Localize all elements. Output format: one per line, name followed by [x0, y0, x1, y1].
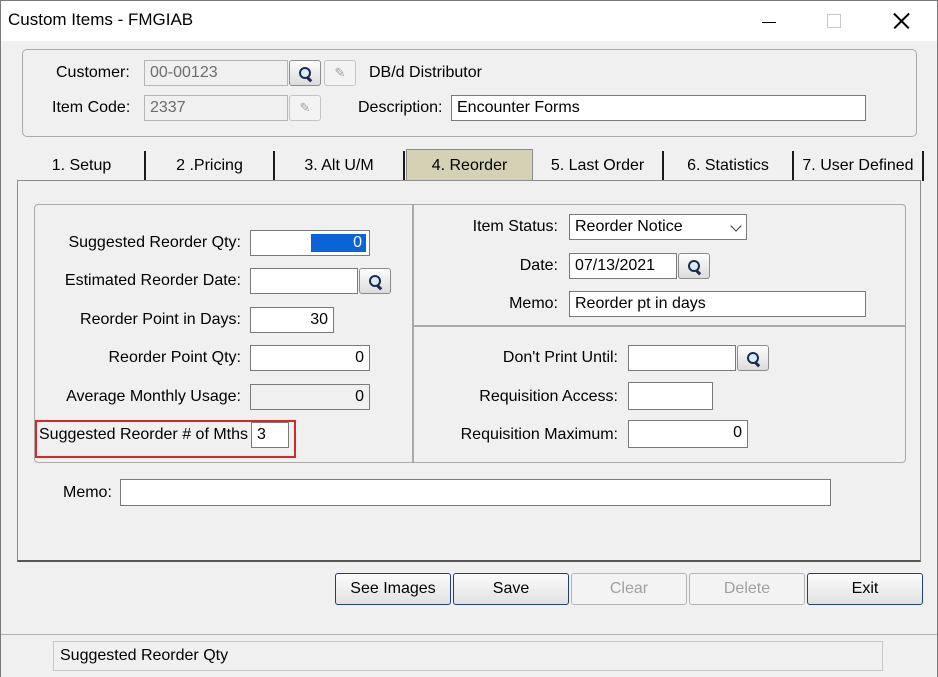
req-access-label: Requisition Access:: [479, 388, 618, 405]
maximize-button[interactable]: [811, 5, 857, 37]
memo-label-right: Memo:: [509, 295, 558, 312]
item-code-field[interactable]: 2337: [144, 95, 288, 121]
memo-field[interactable]: [120, 479, 831, 506]
see-images-button[interactable]: See Images: [335, 573, 451, 605]
date-lookup-button[interactable]: [678, 253, 710, 279]
tab-setup[interactable]: 1. Setup: [19, 151, 146, 181]
tab-alt-um[interactable]: 3. Alt U/M: [275, 151, 405, 181]
note-icon: ✎: [334, 65, 346, 80]
item-status-select[interactable]: Reorder Notice: [569, 214, 747, 240]
req-max-field[interactable]: 0: [628, 420, 748, 448]
customer-lookup-button[interactable]: [289, 60, 321, 86]
save-button[interactable]: Save: [453, 573, 569, 605]
avg-usage-field: 0: [250, 384, 370, 410]
point-qty-label: Reorder Point Qty:: [108, 349, 242, 366]
suggested-qty-label: Suggested Reorder Qty:: [68, 234, 241, 251]
item-status-value: Reorder Notice: [575, 218, 683, 235]
tab-statistics[interactable]: 6. Statistics: [664, 151, 794, 181]
point-days-label: Reorder Point in Days:: [80, 311, 241, 328]
memo-label: Memo:: [63, 484, 112, 501]
description-label: Description:: [358, 99, 443, 116]
magnifier-icon: [299, 67, 313, 83]
chevron-down-icon: [730, 220, 742, 232]
suggested-qty-field[interactable]: 0: [250, 230, 370, 256]
close-icon: [893, 13, 909, 29]
customer-field[interactable]: 00-00123: [144, 60, 288, 86]
tab-pricing[interactable]: 2 .Pricing: [146, 151, 275, 181]
est-date-field[interactable]: [250, 268, 358, 294]
point-days-field[interactable]: 30: [250, 307, 334, 333]
magnifier-icon: [688, 260, 702, 276]
customer-name: DB/d Distributor: [369, 64, 482, 81]
dont-print-lookup-button[interactable]: [737, 345, 769, 371]
close-button[interactable]: [878, 5, 924, 37]
magnifier-icon: [747, 352, 761, 368]
delete-button[interactable]: Delete: [689, 573, 805, 605]
dont-print-label: Don't Print Until:: [502, 349, 618, 366]
custom-items-window: Custom Items - FMGIAB Customer: 00-00123…: [0, 0, 938, 677]
date-label: Date:: [519, 257, 558, 274]
window-title: Custom Items - FMGIAB: [8, 10, 194, 29]
title-bar: Custom Items - FMGIAB: [1, 1, 937, 41]
maximize-icon: [827, 14, 841, 28]
highlight-box: [35, 420, 296, 458]
clear-button[interactable]: Clear: [571, 573, 687, 605]
reorder-memo-field[interactable]: Reorder pt in days: [569, 291, 866, 317]
customer-label: Customer:: [56, 64, 130, 81]
req-access-field[interactable]: [628, 382, 713, 410]
status-bar: Suggested Reorder Qty: [1, 634, 937, 677]
est-date-label: Estimated Reorder Date:: [64, 272, 241, 289]
tab-user-defined[interactable]: 7. User Defined: [794, 151, 924, 181]
selected-text: 0: [311, 234, 366, 252]
description-field[interactable]: Encounter Forms: [451, 95, 866, 121]
item-code-label: Item Code:: [52, 99, 131, 116]
req-max-label: Requisition Maximum:: [460, 426, 618, 443]
item-status-label: Item Status:: [472, 218, 558, 235]
status-text: Suggested Reorder Qty: [53, 641, 883, 671]
point-qty-field[interactable]: 0: [250, 345, 370, 371]
avg-usage-label: Average Monthly Usage:: [66, 388, 241, 405]
exit-button[interactable]: Exit: [807, 573, 923, 605]
customer-note-button[interactable]: ✎: [324, 60, 356, 86]
date-field[interactable]: 07/13/2021: [569, 253, 677, 279]
note-icon: ✎: [299, 100, 311, 115]
tab-last-order[interactable]: 5. Last Order: [533, 151, 664, 181]
dont-print-field[interactable]: [628, 345, 736, 371]
tab-reorder[interactable]: 4. Reorder: [406, 149, 533, 181]
magnifier-icon: [369, 275, 383, 291]
minimize-button[interactable]: [746, 5, 792, 37]
est-date-lookup-button[interactable]: [359, 268, 391, 294]
item-code-note-button[interactable]: ✎: [289, 95, 321, 121]
minimize-icon: [762, 21, 776, 23]
